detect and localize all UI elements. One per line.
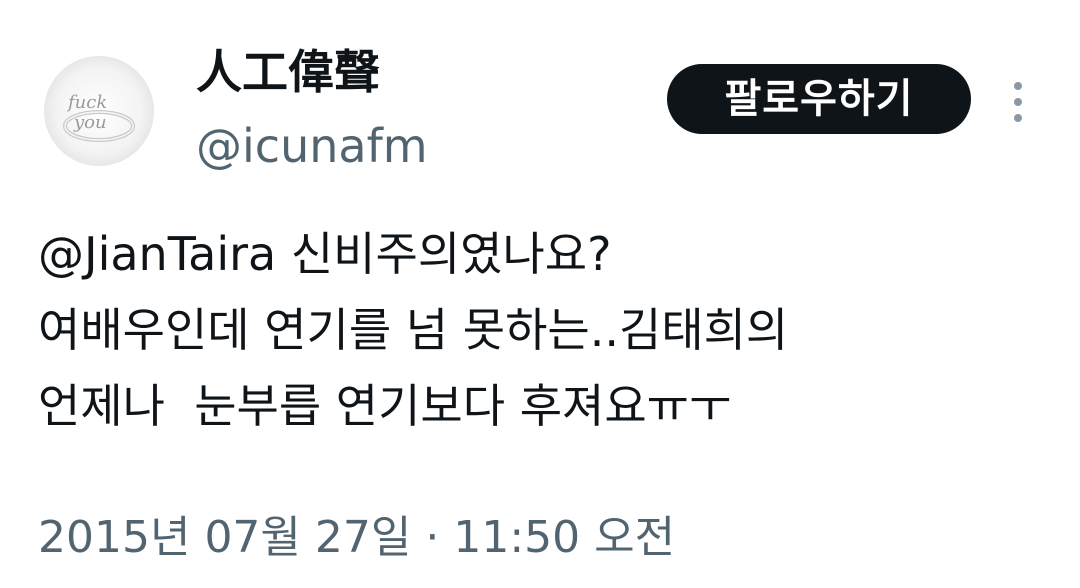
tweet-text-line: @JianTaira 신비주의였나요? <box>38 227 612 281</box>
user-handle[interactable]: @icunafm <box>196 118 428 174</box>
tweet-card: fuck you 人工偉聲 @icunafm 팔로우하기 @JianTaira … <box>0 0 1080 588</box>
tweet-text-line: 여배우인데 연기를 넘 못하는..김태희의 <box>38 303 789 357</box>
display-name[interactable]: 人工偉聲 <box>196 44 380 100</box>
ring-image: fuck you <box>63 92 135 142</box>
avatar-text-top: fuck <box>66 92 107 113</box>
follow-button[interactable]: 팔로우하기 <box>667 64 971 134</box>
tweet-text-line: 언제나 눈부릅 연기보다 후져요ㅠㅜ <box>38 379 732 433</box>
avatar-text-bottom: you <box>73 112 107 133</box>
vertical-ellipsis-icon[interactable] <box>1008 80 1032 124</box>
tweet-timestamp[interactable]: 2015년 07월 27일 · 11:50 오전 <box>38 510 675 566</box>
avatar[interactable]: fuck you <box>44 56 154 166</box>
tweet-text: @JianTaira 신비주의였나요? 여배우인데 연기를 넘 못하는..김태희… <box>38 216 1048 444</box>
